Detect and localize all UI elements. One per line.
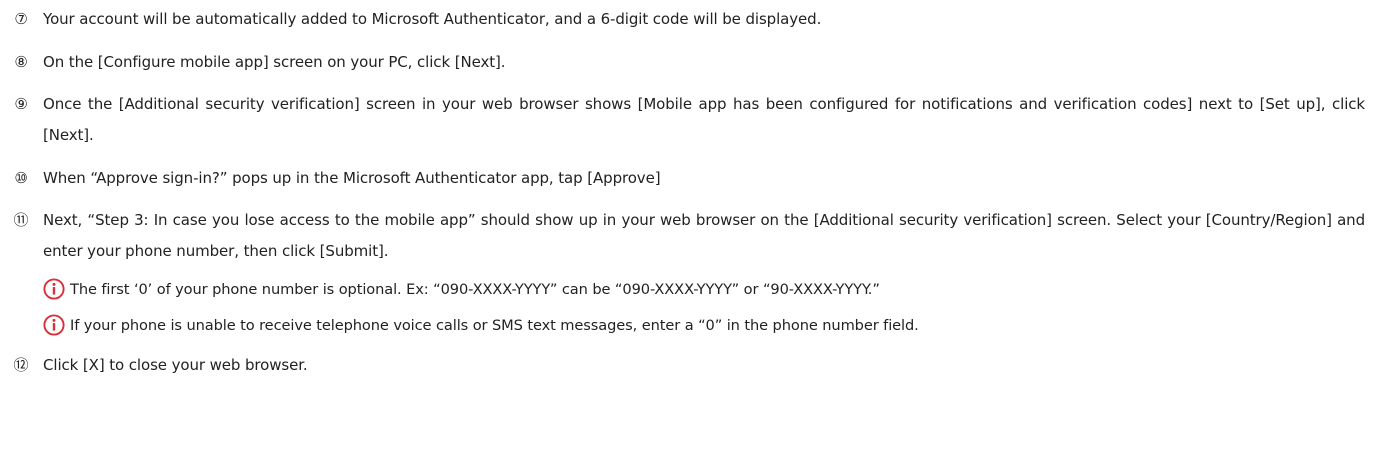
- step-number: ⑪: [13, 211, 29, 229]
- info-icon: [43, 314, 65, 336]
- step-item: ⑪ Next, “Step 3: In case you lose access…: [0, 205, 1373, 267]
- info-note: If your phone is unable to receive telep…: [43, 312, 919, 338]
- step-text: On the [Configure mobile app] screen on …: [43, 53, 506, 71]
- step-item: ⑦ Your account will be automatically add…: [0, 4, 1373, 35]
- step-text: When “Approve sign-in?” pops up in the M…: [43, 169, 661, 187]
- step-text: Your account will be automatically added…: [43, 10, 822, 28]
- step-number: ⑨: [14, 95, 28, 113]
- step-item: ⑫ Click [X] to close your web browser.: [0, 350, 1373, 381]
- info-note-text: If your phone is unable to receive telep…: [70, 316, 919, 334]
- step-text: Once the [Additional security verificati…: [43, 95, 1365, 144]
- step-item: ⑧ On the [Configure mobile app] screen o…: [0, 47, 1373, 78]
- step-text: Click [X] to close your web browser.: [43, 356, 308, 374]
- info-icon: [43, 278, 65, 300]
- step-number: ⑫: [13, 356, 29, 374]
- step-number: ⑩: [14, 169, 28, 187]
- step-text: Next, “Step 3: In case you lose access t…: [43, 211, 1365, 260]
- step-item: ⑩ When “Approve sign-in?” pops up in the…: [0, 163, 1373, 194]
- step-number: ⑦: [14, 10, 28, 28]
- step-number: ⑧: [14, 53, 28, 71]
- step-item: ⑨ Once the [Additional security verifica…: [0, 89, 1373, 151]
- info-note-text: The first ‘0’ of your phone number is op…: [70, 280, 880, 298]
- info-note: The first ‘0’ of your phone number is op…: [43, 276, 880, 302]
